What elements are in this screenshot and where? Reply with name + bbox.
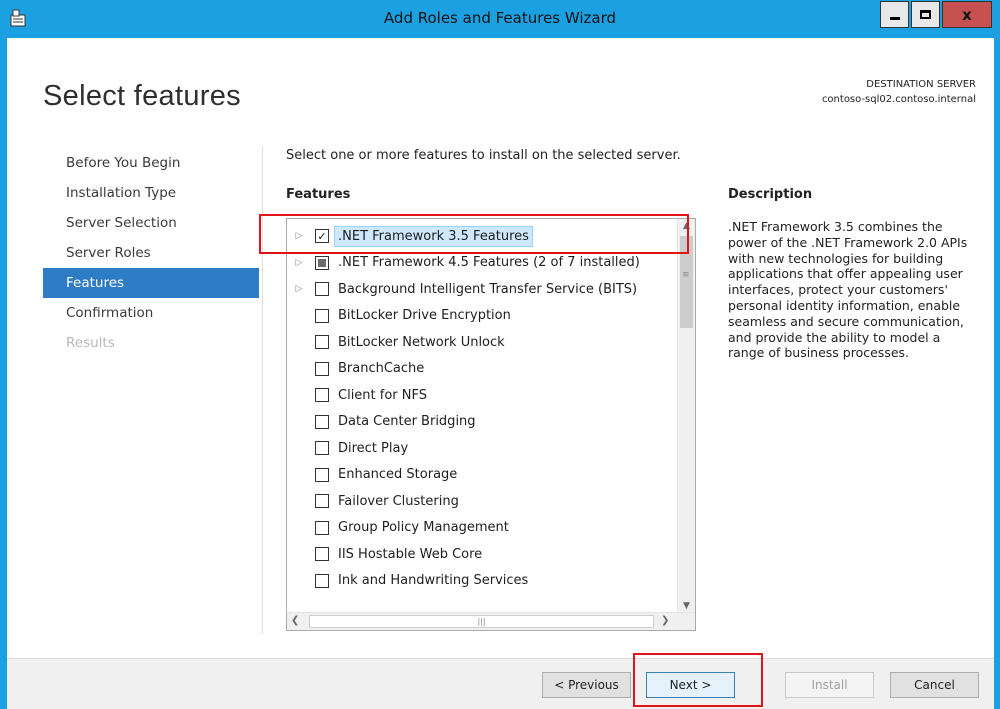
nav-item-server-roles[interactable]: Server Roles <box>43 238 259 268</box>
description-header: Description <box>728 187 813 202</box>
close-icon: x <box>962 5 972 24</box>
feature-row[interactable]: ▷Data Center Bridging <box>287 409 676 436</box>
feature-label: Data Center Bridging <box>338 414 476 430</box>
scroll-corner <box>677 613 695 630</box>
description-text: .NET Framework 3.5 combines the power of… <box>728 219 968 361</box>
feature-row[interactable]: ▷ Background Intelligent Transfer Service… <box>287 276 676 303</box>
feature-row[interactable]: ▷Ink and Handwriting Services <box>287 568 676 595</box>
features-tree[interactable]: ▷ .NET Framework 3.5 Features ▷ .NET Framew… <box>286 218 696 631</box>
nav-item-installation-type[interactable]: Installation Type <box>43 178 259 208</box>
feature-label: Enhanced Storage <box>338 467 458 483</box>
feature-checkbox[interactable] <box>315 520 329 535</box>
feature-row[interactable]: ▷Direct Play <box>287 435 676 462</box>
wizard-window: Add Roles and Features Wizard x Select f… <box>0 0 1000 709</box>
feature-label: BranchCache <box>338 361 425 377</box>
horizontal-scroll-thumb[interactable]: ||| <box>309 615 654 628</box>
feature-label: Background Intelligent Transfer Service … <box>338 281 638 297</box>
install-button: Install <box>785 672 874 698</box>
scroll-grip-icon: ≡ <box>682 270 690 280</box>
feature-label: Group Policy Management <box>338 520 509 536</box>
feature-checkbox[interactable] <box>315 361 329 376</box>
scroll-left-icon[interactable]: ❮ <box>291 615 299 626</box>
maximize-icon <box>920 10 931 19</box>
features-header: Features <box>286 187 351 202</box>
feature-checkbox[interactable] <box>315 573 329 588</box>
scroll-up-icon[interactable]: ▲ <box>678 221 695 231</box>
feature-label: Client for NFS <box>338 387 428 403</box>
maximize-button[interactable] <box>911 1 940 28</box>
destination-server-label: DESTINATION SERVER <box>866 79 976 90</box>
minimize-icon <box>889 17 900 20</box>
nav-item-server-selection[interactable]: Server Selection <box>43 208 259 238</box>
window-title: Add Roles and Features Wizard <box>383 9 617 27</box>
feature-label: IIS Hostable Web Core <box>338 546 483 562</box>
nav-item-features[interactable]: Features <box>43 268 259 298</box>
feature-row[interactable]: ▷ .NET Framework 4.5 Features (2 of 7 ins… <box>287 250 676 277</box>
close-button[interactable]: x <box>942 1 992 28</box>
feature-checkbox[interactable] <box>315 282 329 297</box>
feature-checkbox[interactable] <box>315 388 329 403</box>
feature-checkbox[interactable] <box>315 441 329 456</box>
nav-divider <box>262 146 263 634</box>
page-title: Select features <box>43 80 241 112</box>
expand-arrow-icon[interactable]: ▷ <box>291 258 307 268</box>
expand-arrow-icon[interactable]: ▷ <box>291 231 307 241</box>
feature-checkbox[interactable] <box>315 229 329 244</box>
feature-label: .NET Framework 3.5 Features <box>334 225 533 247</box>
nav-item-before-you-begin[interactable]: Before You Begin <box>43 148 259 178</box>
scroll-thumb[interactable] <box>680 236 693 328</box>
feature-label: BitLocker Network Unlock <box>338 334 505 350</box>
feature-row[interactable]: ▷ .NET Framework 3.5 Features <box>287 223 676 250</box>
features-list: ▷ .NET Framework 3.5 Features ▷ .NET Framew… <box>287 223 676 594</box>
wizard-steps-nav: Before You Begin Installation Type Serve… <box>43 148 259 358</box>
next-button[interactable]: Next > <box>646 672 735 698</box>
feature-label: BitLocker Drive Encryption <box>338 308 511 324</box>
nav-item-confirmation[interactable]: Confirmation <box>43 298 259 328</box>
feature-row[interactable]: ▷Client for NFS <box>287 382 676 409</box>
cancel-button[interactable]: Cancel <box>890 672 979 698</box>
scroll-right-icon[interactable]: ❯ <box>661 615 669 626</box>
feature-checkbox[interactable] <box>315 255 329 270</box>
feature-row[interactable]: ▷Group Policy Management <box>287 515 676 542</box>
nav-item-results: Results <box>66 335 115 351</box>
feature-row[interactable]: ▷BranchCache <box>287 356 676 383</box>
feature-checkbox[interactable] <box>315 547 329 562</box>
feature-checkbox[interactable] <box>315 308 329 323</box>
previous-button[interactable]: < Previous <box>542 672 631 698</box>
feature-label: Failover Clustering <box>338 493 459 509</box>
feature-checkbox[interactable] <box>315 414 329 429</box>
minimize-button[interactable] <box>880 1 909 28</box>
feature-checkbox[interactable] <box>315 335 329 350</box>
scroll-down-icon[interactable]: ▼ <box>678 601 695 611</box>
horizontal-scrollbar[interactable]: ❮ ||| ❯ <box>287 612 695 630</box>
feature-checkbox[interactable] <box>315 467 329 482</box>
wizard-content: Select features DESTINATION SERVER conto… <box>7 38 994 709</box>
feature-row[interactable]: ▷Failover Clustering <box>287 488 676 515</box>
feature-label: Direct Play <box>338 440 409 456</box>
feature-checkbox[interactable] <box>315 494 329 509</box>
instruction-text: Select one or more features to install o… <box>286 148 681 163</box>
destination-server-name: contoso-sql02.contoso.internal <box>821 94 976 105</box>
feature-row[interactable]: ▷BitLocker Network Unlock <box>287 329 676 356</box>
feature-row[interactable]: ▷Enhanced Storage <box>287 462 676 489</box>
feature-label: .NET Framework 4.5 Features (2 of 7 inst… <box>338 255 640 271</box>
feature-row[interactable]: ▷BitLocker Drive Encryption <box>287 303 676 330</box>
feature-label: Ink and Handwriting Services <box>338 573 529 589</box>
expand-arrow-icon[interactable]: ▷ <box>291 284 307 294</box>
title-bar[interactable]: Add Roles and Features Wizard x <box>0 0 1000 38</box>
feature-row[interactable]: ▷IIS Hostable Web Core <box>287 541 676 568</box>
vertical-scrollbar[interactable]: ▲ ≡ ▼ <box>677 219 695 613</box>
